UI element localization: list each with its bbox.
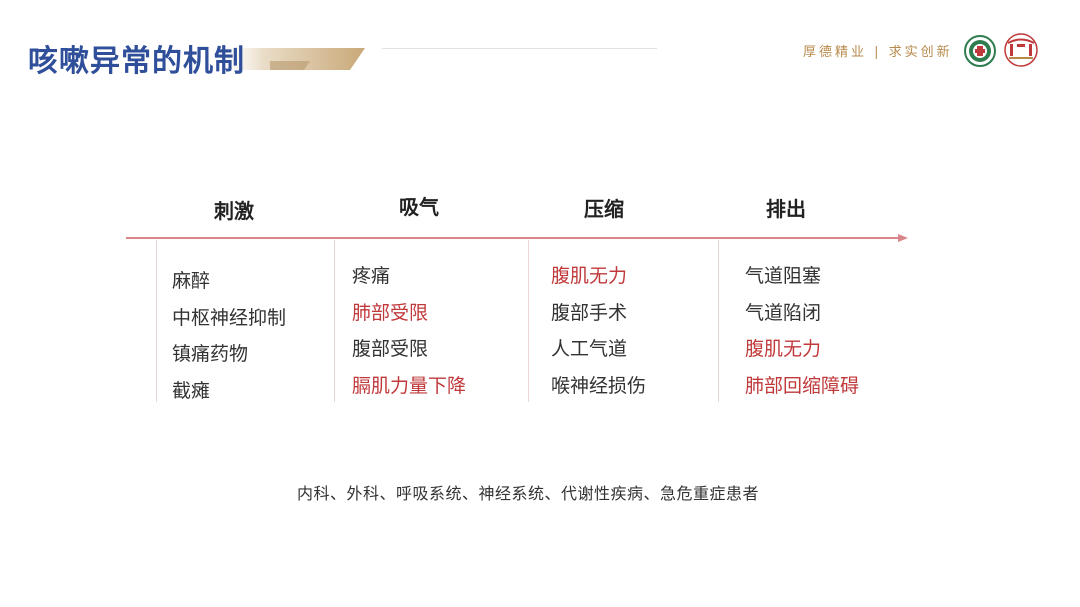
stage-label-expulsion: 排出 — [766, 197, 806, 221]
page-title: 咳嗽异常的机制 — [28, 44, 245, 79]
list-item: 麻醉 — [172, 270, 211, 292]
timeline-arrow — [126, 234, 908, 242]
column-divider — [156, 240, 157, 402]
list-item: 膈肌力量下降 — [352, 375, 467, 398]
column-divider — [334, 240, 335, 402]
column-divider — [718, 240, 719, 402]
campus-gate-icon — [1004, 33, 1038, 67]
list-item: 腹部受限 — [352, 338, 429, 361]
list-item: 腹肌无力 — [745, 338, 822, 361]
list-item: 中枢神经抑制 — [172, 306, 287, 329]
header-divider — [382, 48, 657, 49]
list-item: 人工气道 — [551, 338, 628, 361]
list-item: 镇痛药物 — [172, 343, 249, 366]
column-divider — [528, 240, 529, 402]
stage-label-compression: 压缩 — [584, 197, 624, 221]
list-item: 腹部手术 — [551, 301, 628, 324]
stimulus-list: 麻醉 中枢神经抑制 镇痛药物 截瘫 — [172, 263, 286, 410]
list-item: 肺部回缩障碍 — [745, 375, 860, 398]
list-item: 截瘫 — [172, 380, 211, 403]
emblem-icon — [964, 35, 996, 67]
list-item: 气道陷闭 — [745, 301, 822, 324]
compression-list: 腹肌无力 腹部手术 人工气道 喉神经损伤 — [551, 258, 646, 405]
list-item: 腹肌无力 — [551, 265, 628, 287]
stage-label-stimulus: 刺激 — [214, 199, 254, 223]
list-item: 气道阻塞 — [745, 265, 822, 287]
list-item: 喉神经损伤 — [551, 375, 647, 398]
expulsion-list: 气道阻塞 气道陷闭 腹肌无力 肺部回缩障碍 — [745, 258, 859, 405]
inspiration-list: 疼痛 肺部受限 腹部受限 膈肌力量下降 — [352, 258, 466, 405]
list-item: 疼痛 — [352, 265, 391, 287]
list-item: 肺部受限 — [352, 301, 429, 324]
school-motto: 厚德精业 | 求实创新 — [803, 45, 953, 60]
stage-label-inspiration: 吸气 — [399, 195, 439, 219]
applicable-patients-note: 内科、外科、呼吸系统、神经系统、代谢性疾病、急危重症患者 — [296, 484, 759, 503]
